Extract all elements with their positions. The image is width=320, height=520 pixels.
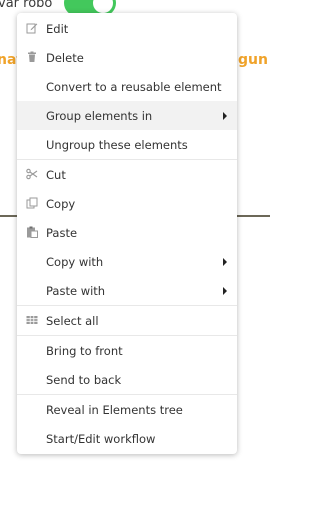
menu-item-label: Copy	[46, 196, 76, 211]
menu-item-label: Cut	[46, 167, 66, 182]
menu-item-reveal-in-tree[interactable]: Reveal in Elements tree	[17, 395, 237, 424]
menu-item-convert-reusable[interactable]: Convert to a reusable element	[17, 72, 237, 101]
menu-item-edit[interactable]: Edit	[17, 14, 237, 43]
background-field-label: var robo	[0, 0, 53, 11]
menu-item-label: Edit	[46, 21, 69, 36]
menu-item-copy[interactable]: Copy	[17, 189, 237, 218]
copy-icon	[26, 197, 38, 209]
menu-item-delete[interactable]: Delete	[17, 43, 237, 72]
menu-item-label: Paste	[46, 225, 78, 240]
paste-icon	[26, 226, 38, 238]
scissors-icon	[26, 168, 38, 180]
menu-item-paste[interactable]: Paste	[17, 218, 237, 247]
menu-item-label: Select all	[46, 313, 99, 328]
menu-item-label: Bring to front	[46, 343, 123, 358]
menu-item-label: Ungroup these elements	[46, 137, 188, 152]
menu-item-send-to-back[interactable]: Send to back	[17, 365, 237, 394]
context-menu: Edit Delete Convert to a reusable elemen…	[17, 13, 237, 454]
menu-item-label: Paste with	[46, 283, 106, 298]
menu-item-cut[interactable]: Cut	[17, 160, 237, 189]
submenu-arrow-icon	[223, 258, 227, 266]
page-background: var robo nat gun Edit Delete Convert to …	[0, 0, 270, 520]
menu-item-group-elements[interactable]: Group elements in	[17, 101, 237, 130]
edit-icon	[26, 22, 38, 34]
menu-item-label: Delete	[46, 50, 84, 65]
submenu-arrow-icon	[223, 112, 227, 120]
menu-item-label: Convert to a reusable element	[46, 79, 222, 94]
menu-item-label: Reveal in Elements tree	[46, 402, 183, 417]
menu-item-start-edit-workflow[interactable]: Start/Edit workflow	[17, 424, 237, 453]
menu-item-label: Group elements in	[46, 108, 153, 123]
menu-item-copy-with[interactable]: Copy with	[17, 247, 237, 276]
menu-item-label: Send to back	[46, 372, 122, 387]
grid-icon	[26, 314, 38, 326]
menu-item-paste-with[interactable]: Paste with	[17, 276, 237, 305]
menu-item-bring-to-front[interactable]: Bring to front	[17, 336, 237, 365]
submenu-arrow-icon	[223, 287, 227, 295]
menu-item-label: Start/Edit workflow	[46, 431, 156, 446]
menu-item-select-all[interactable]: Select all	[17, 306, 237, 335]
trash-icon	[26, 51, 38, 63]
background-orange-text-right: gun	[238, 52, 268, 68]
menu-item-label: Copy with	[46, 254, 104, 269]
menu-item-ungroup[interactable]: Ungroup these elements	[17, 130, 237, 159]
